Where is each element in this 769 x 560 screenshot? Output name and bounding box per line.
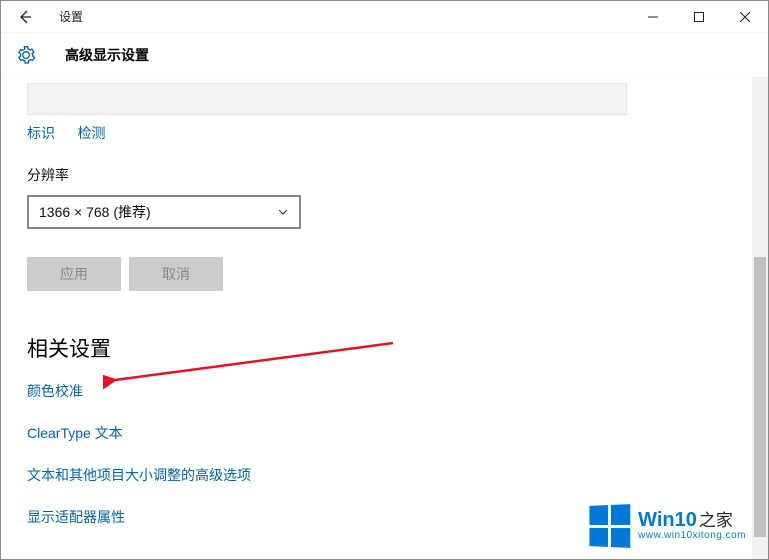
cleartype-link[interactable]: ClearType 文本 xyxy=(27,423,734,443)
cancel-button[interactable]: 取消 xyxy=(129,257,223,291)
gear-icon xyxy=(15,44,37,66)
titlebar: 设置 xyxy=(1,1,768,33)
back-button[interactable] xyxy=(1,1,49,33)
page-title: 高级显示设置 xyxy=(65,45,149,65)
resolution-selected: 1366 × 768 (推荐) xyxy=(39,202,277,222)
minimize-icon xyxy=(648,12,658,22)
resolution-label: 分辨率 xyxy=(27,165,752,185)
content-area: 标识 检测 分辨率 1366 × 768 (推荐) 应用 取消 相关设置 颜色校… xyxy=(1,77,752,559)
advanced-sizing-link[interactable]: 文本和其他项目大小调整的高级选项 xyxy=(27,465,734,485)
watermark-brand: Win10之家 xyxy=(638,510,746,531)
page-header: 高级显示设置 xyxy=(1,33,768,77)
vertical-scrollbar[interactable] xyxy=(752,77,768,559)
display-preview xyxy=(27,83,627,115)
identify-link[interactable]: 标识 xyxy=(27,123,55,143)
close-button[interactable] xyxy=(722,1,768,33)
arrow-left-icon xyxy=(17,9,33,25)
window-title: 设置 xyxy=(59,8,83,25)
chevron-down-icon xyxy=(277,206,289,218)
minimize-button[interactable] xyxy=(630,1,676,33)
maximize-button[interactable] xyxy=(676,1,722,33)
watermark: Win10之家 www.win10xitong.com xyxy=(588,505,746,547)
maximize-icon xyxy=(694,12,704,22)
resolution-dropdown[interactable]: 1366 × 768 (推荐) xyxy=(27,195,301,229)
windows-logo-icon xyxy=(590,504,631,548)
color-calibration-link[interactable]: 颜色校准 xyxy=(27,381,734,401)
detect-link[interactable]: 检测 xyxy=(77,123,105,143)
apply-button[interactable]: 应用 xyxy=(27,257,121,291)
scroll-thumb[interactable] xyxy=(754,257,766,537)
related-settings-heading: 相关设置 xyxy=(27,333,752,363)
window-controls xyxy=(630,1,768,33)
close-icon xyxy=(740,12,750,22)
watermark-url: www.win10xitong.com xyxy=(638,531,746,542)
